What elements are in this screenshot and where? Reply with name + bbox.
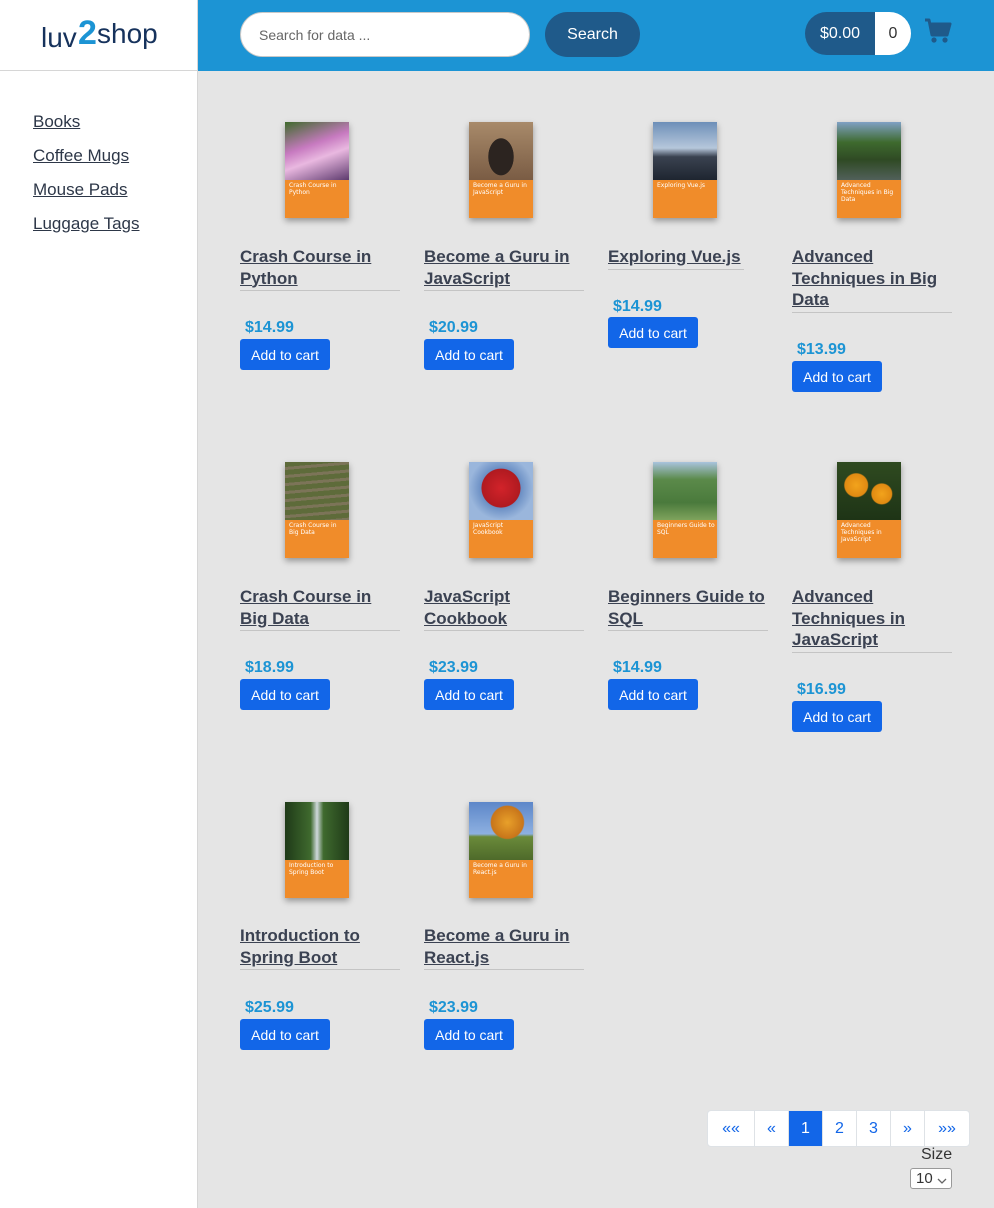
pagination-next[interactable]: » [890, 1111, 924, 1146]
product-title[interactable]: Crash Course in Python [240, 246, 400, 291]
book-cover[interactable]: Crash Course in Python [285, 122, 349, 218]
pagination-last[interactable]: »» [924, 1111, 969, 1146]
add-to-cart-button[interactable]: Add to cart [608, 679, 698, 710]
cover-title: JavaScript Cookbook [473, 522, 504, 536]
page-size-value: 10 [916, 1170, 933, 1187]
luv2shop-logo: luv 2 shop [41, 14, 158, 53]
book-cover[interactable]: Exploring Vue.js [653, 122, 717, 218]
sidebar-link-mouse-pads[interactable]: Mouse Pads [33, 180, 128, 199]
pagination-page-1[interactable]: 1 [788, 1111, 822, 1146]
pagination-prev[interactable]: « [754, 1111, 788, 1146]
svg-text:luv: luv [41, 22, 77, 53]
cover-photo [285, 122, 349, 180]
sidebar-link-luggage-tags[interactable]: Luggage Tags [33, 214, 140, 233]
cover-photo [469, 802, 533, 860]
cart-status: $0.00 0 [805, 12, 911, 55]
cover-title: Become a Guru in React.js [473, 862, 527, 876]
cover-title: Become a Guru in JavaScript [473, 182, 527, 196]
cover-photo [837, 462, 901, 520]
cover-photo [653, 122, 717, 180]
cover-title: Crash Course in Big Data [289, 522, 337, 536]
sidebar-link-coffee-mugs[interactable]: Coffee Mugs [33, 146, 129, 165]
add-to-cart-button[interactable]: Add to cart [424, 339, 514, 370]
add-to-cart-button[interactable]: Add to cart [792, 701, 882, 732]
product-price: $18.99 [245, 659, 294, 676]
product-title[interactable]: Advanced Techniques in Big Data [792, 246, 952, 313]
book-cover[interactable]: Advanced Techniques in JavaScript [837, 462, 901, 558]
sidebar: luv 2 shop Books Coffee Mugs Mouse Pads … [0, 0, 198, 1208]
sidebar-item-books: Books [33, 112, 140, 146]
sidebar-item-luggage-tags: Luggage Tags [33, 214, 140, 248]
book-cover[interactable]: Beginners Guide to SQL [653, 462, 717, 558]
product-title[interactable]: Become a Guru in React.js [424, 925, 584, 970]
book-cover[interactable]: Crash Course in Big Data [285, 462, 349, 558]
add-to-cart-button[interactable]: Add to cart [424, 1019, 514, 1050]
product-price: $14.99 [613, 298, 662, 315]
add-to-cart-button[interactable]: Add to cart [240, 679, 330, 710]
header: Search $0.00 0 [198, 0, 994, 71]
page-size-select[interactable]: 10 [910, 1168, 952, 1189]
product-price: $16.99 [797, 681, 846, 698]
pagination-page-2[interactable]: 2 [822, 1111, 856, 1146]
product-title[interactable]: Exploring Vue.js [608, 246, 744, 270]
book-cover[interactable]: Advanced Techniques in Big Data [837, 122, 901, 218]
cover-title: Advanced Techniques in Big Data [841, 182, 894, 203]
cart-quantity: 0 [875, 12, 911, 55]
svg-text:2: 2 [78, 14, 97, 52]
add-to-cart-button[interactable]: Add to cart [424, 679, 514, 710]
book-cover[interactable]: JavaScript Cookbook [469, 462, 533, 558]
svg-text:shop: shop [97, 18, 158, 49]
add-to-cart-button[interactable]: Add to cart [240, 339, 330, 370]
cover-photo [469, 122, 533, 180]
search-button[interactable]: Search [545, 12, 640, 57]
product-price: $23.99 [429, 999, 478, 1016]
cover-title: Beginners Guide to SQL [657, 522, 715, 536]
pagination-page-3[interactable]: 3 [856, 1111, 890, 1146]
product-title[interactable]: JavaScript Cookbook [424, 586, 584, 631]
cover-photo [469, 462, 533, 520]
pagination: «« « 1 2 3 » »» [707, 1110, 970, 1147]
cart-total: $0.00 [805, 12, 875, 55]
cover-title: Crash Course in Python [289, 182, 337, 196]
sidebar-item-coffee-mugs: Coffee Mugs [33, 146, 140, 180]
product-price: $23.99 [429, 659, 478, 676]
chevron-down-icon [937, 1173, 947, 1190]
logo[interactable]: luv 2 shop [0, 0, 198, 71]
page-size-label: Size [921, 1146, 953, 1163]
add-to-cart-button[interactable]: Add to cart [792, 361, 882, 392]
category-menu: Books Coffee Mugs Mouse Pads Luggage Tag… [33, 112, 140, 248]
product-price: $14.99 [245, 319, 294, 336]
add-to-cart-button[interactable]: Add to cart [608, 317, 698, 348]
product-price: $14.99 [613, 659, 662, 676]
cover-photo [837, 122, 901, 180]
product-price: $20.99 [429, 319, 478, 336]
product-title[interactable]: Beginners Guide to SQL [608, 586, 768, 631]
product-title[interactable]: Become a Guru in JavaScript [424, 246, 584, 291]
product-title[interactable]: Introduction to Spring Boot [240, 925, 400, 970]
sidebar-link-books[interactable]: Books [33, 112, 80, 131]
cover-title: Introduction to Spring Boot [289, 862, 334, 876]
sidebar-item-mouse-pads: Mouse Pads [33, 180, 140, 214]
search-input[interactable] [240, 12, 530, 57]
pagination-first[interactable]: «« [708, 1111, 754, 1146]
book-cover[interactable]: Introduction to Spring Boot [285, 802, 349, 898]
book-cover[interactable]: Become a Guru in JavaScript [469, 122, 533, 218]
book-cover[interactable]: Become a Guru in React.js [469, 802, 533, 898]
shopping-cart-icon[interactable] [924, 18, 952, 49]
cover-photo [285, 802, 349, 860]
add-to-cart-button[interactable]: Add to cart [240, 1019, 330, 1050]
cover-photo [285, 462, 349, 520]
product-title[interactable]: Crash Course in Big Data [240, 586, 400, 631]
product-price: $25.99 [245, 999, 294, 1016]
cover-title: Exploring Vue.js [657, 182, 706, 189]
cover-title: Advanced Techniques in JavaScript [841, 522, 882, 543]
product-price: $13.99 [797, 341, 846, 358]
product-title[interactable]: Advanced Techniques in JavaScript [792, 586, 952, 653]
cover-photo [653, 462, 717, 520]
